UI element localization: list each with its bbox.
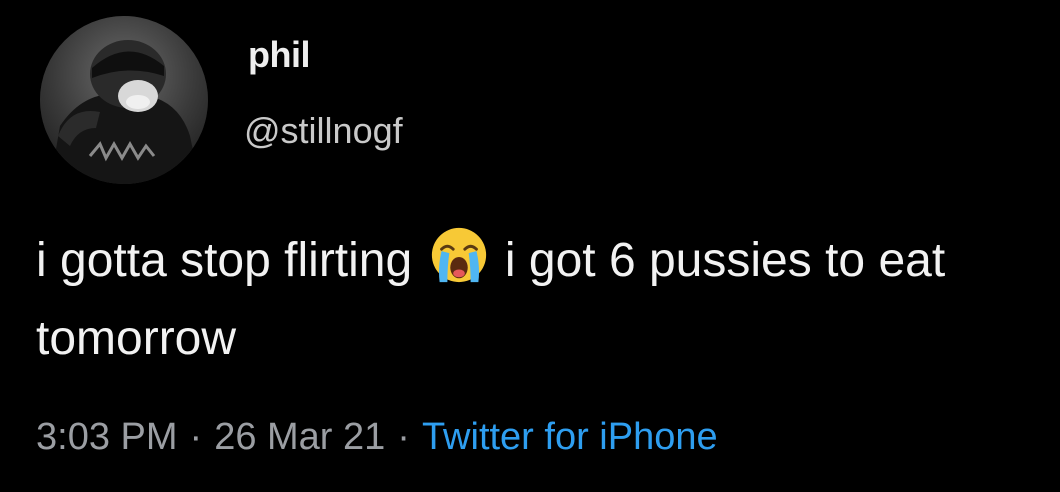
separator: · [189,416,203,458]
tweet-time[interactable]: 3:03 PM [36,416,178,458]
user-handle[interactable]: @stillnogf [244,110,403,152]
tweet-text-part-1: i gotta stop flirting [36,234,413,287]
tweet-card: phil @stillnogf i gotta stop flirting i … [0,0,1060,492]
tweet-source-link[interactable]: Twitter for iPhone [422,416,718,458]
tweet-date[interactable]: 26 Mar 21 [214,416,385,458]
tweet-text: i gotta stop flirting i got 6 pussies to… [36,222,1016,378]
display-name[interactable]: phil [248,34,310,76]
avatar[interactable] [40,16,208,184]
loudly-crying-face-icon [428,224,490,286]
profile-photo-icon [40,16,208,184]
tweet-metadata: 3:03 PM · 26 Mar 21 · Twitter for iPhone [36,416,718,459]
separator: · [397,416,410,458]
